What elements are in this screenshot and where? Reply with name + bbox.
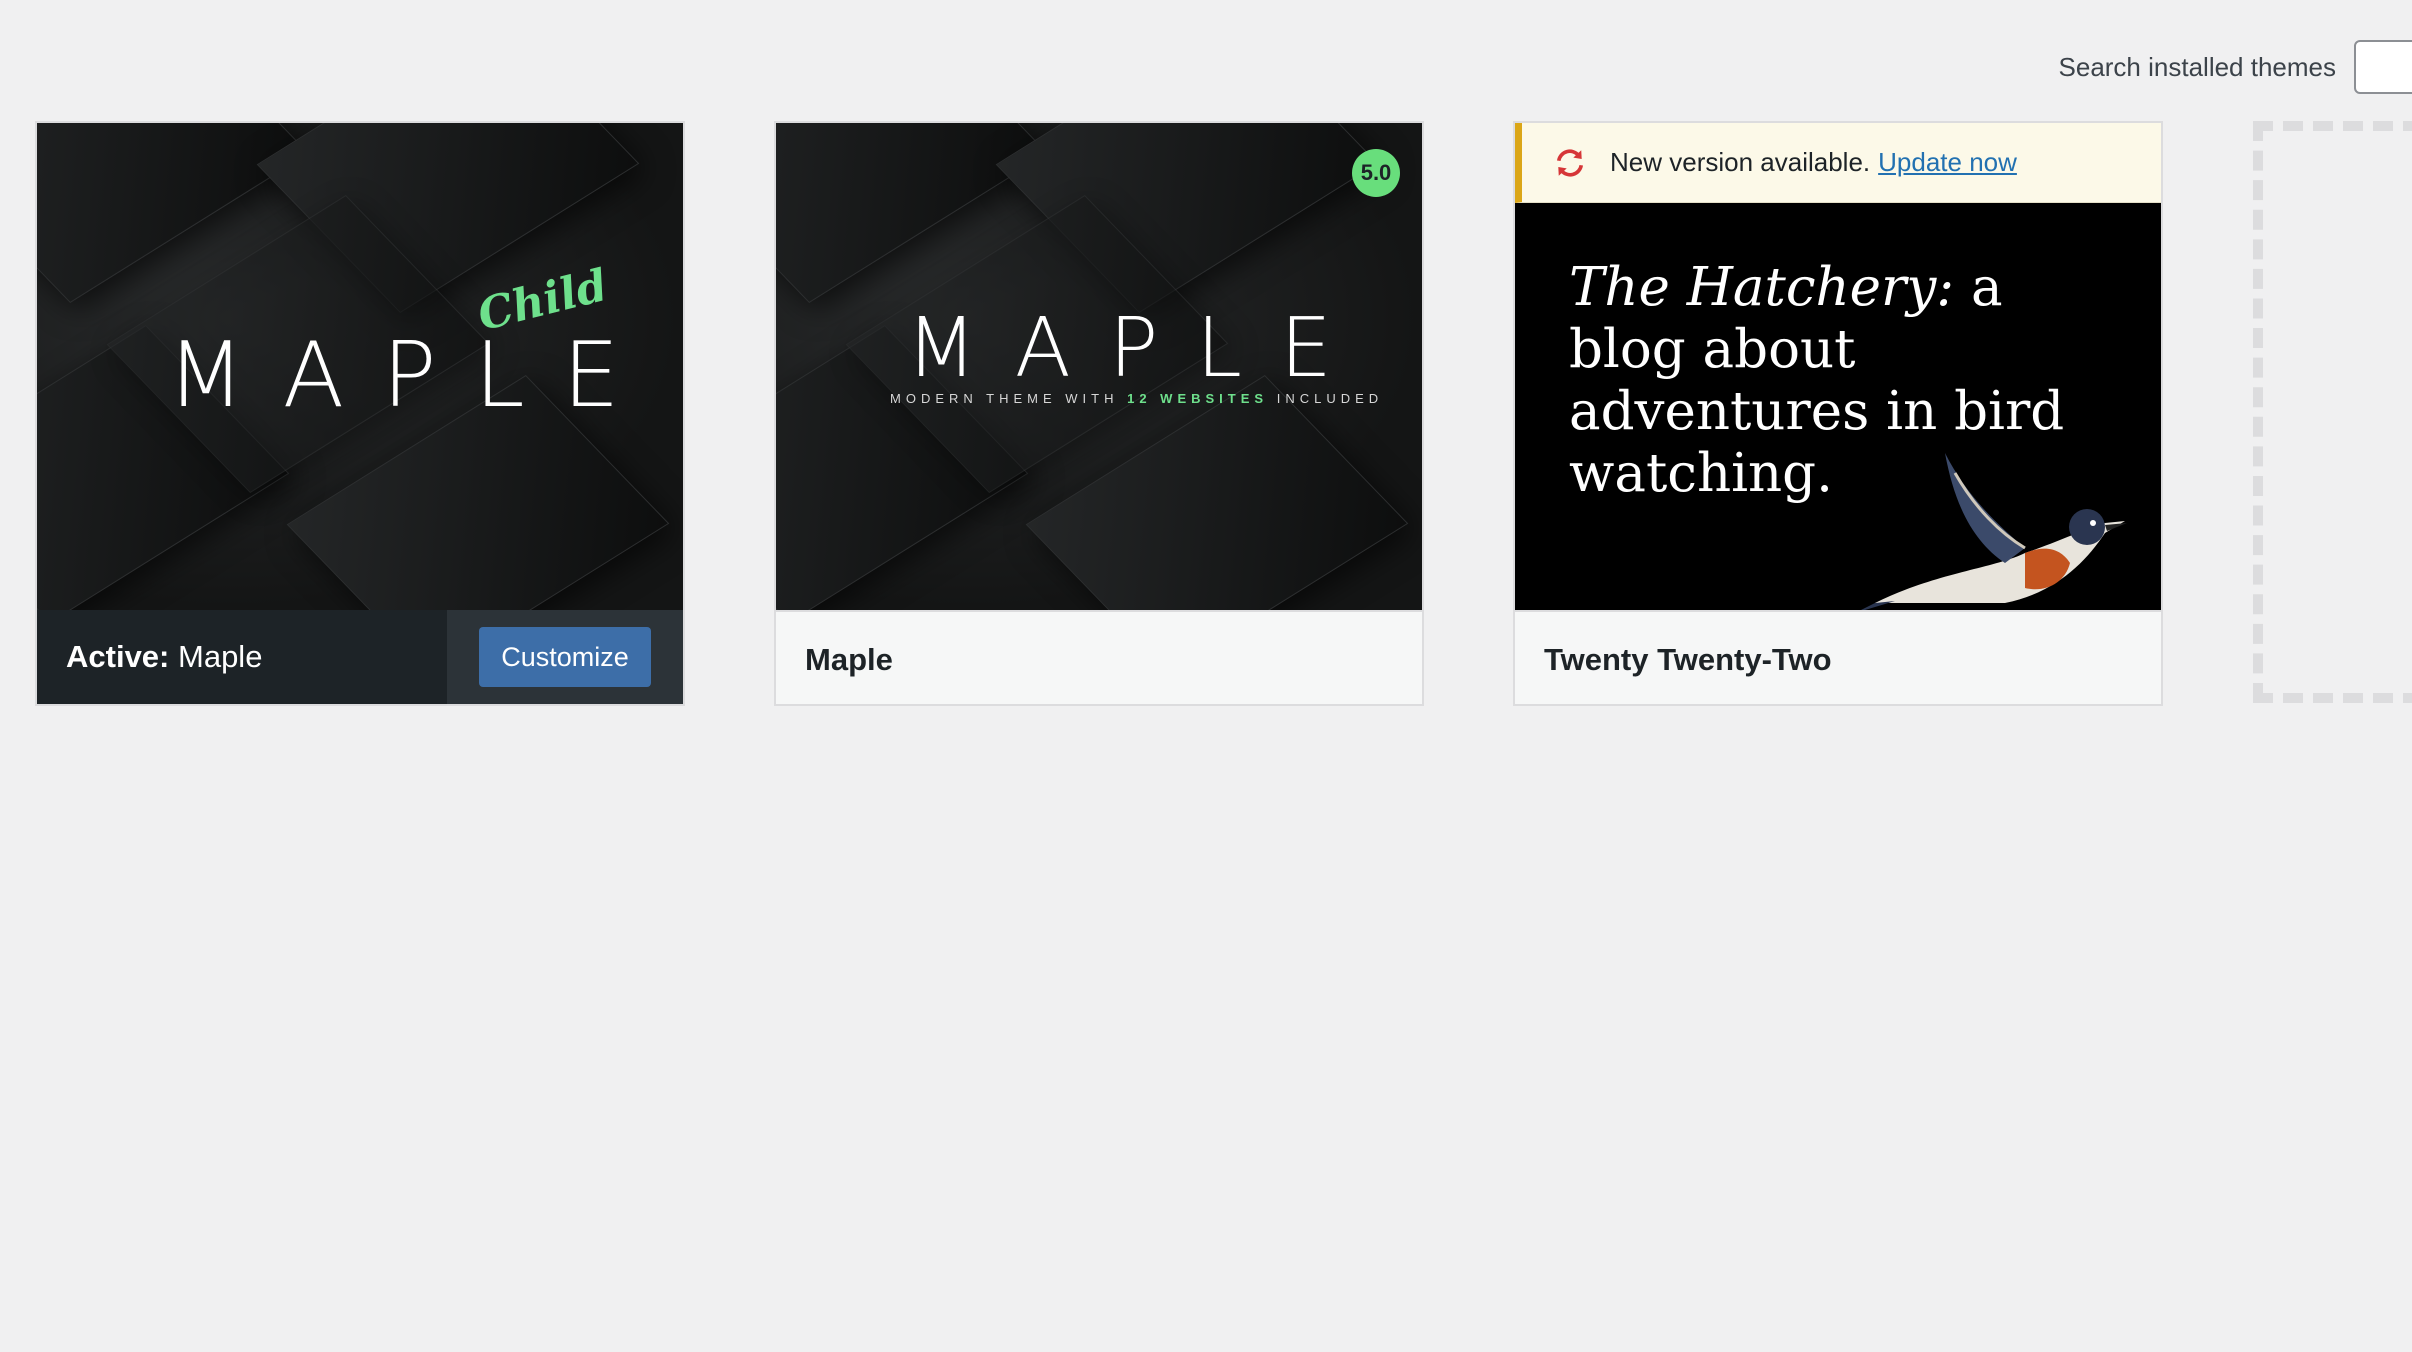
theme-name: Maple (178, 639, 263, 674)
maple-logo-text: MAPLE (167, 323, 658, 428)
theme-name-bar: Twenty Twenty-Two (1515, 610, 2161, 704)
maple-tagline: MODERN THEME WITH 12 WEBSITES INCLUDED (890, 391, 1383, 406)
active-theme-name: Active: Maple (37, 639, 447, 675)
customize-button[interactable]: Customize (479, 627, 651, 687)
theme-card-maple[interactable]: MAPLE MODERN THEME WITH 12 WEBSITES INCL… (774, 121, 1424, 706)
maple-logo-text: MAPLE (906, 301, 1370, 396)
version-badge: 5.0 (1352, 149, 1400, 197)
theme-screenshot[interactable]: MAPLE MODERN THEME WITH 12 WEBSITES INCL… (776, 123, 1422, 610)
update-notice: New version available. Update now (1515, 123, 2161, 203)
tagline-after: INCLUDED (1276, 391, 1384, 406)
theme-card-twenty-twenty-two[interactable]: New version available. Update now The Ha… (1513, 121, 2163, 706)
screenshot-background: The Hatchery: a blog about adventures in… (1515, 203, 2161, 610)
update-now-link[interactable]: Update now (1878, 147, 2017, 178)
search-label: Search installed themes (2058, 52, 2336, 82)
update-notice-text: New version available. (1610, 147, 1871, 177)
add-new-theme-placeholder[interactable] (2253, 121, 2412, 703)
theme-name: Twenty Twenty-Two (1544, 642, 1832, 677)
theme-card-maple-child[interactable]: MAPLE Child Active: Maple Customize (35, 121, 685, 706)
active-prefix: Active: (66, 639, 170, 674)
theme-name-bar: Maple (776, 610, 1422, 704)
theme-name: Maple (805, 642, 893, 677)
update-sync-icon (1556, 148, 1584, 177)
tagline-highlight: 12 WEBSITES (1127, 391, 1269, 406)
swallow-bird-image (1861, 453, 2127, 610)
theme-screenshot[interactable]: MAPLE Child (37, 123, 683, 610)
tagline-before: MODERN THEME WITH (890, 391, 1119, 406)
theme-actions: Customize (447, 610, 683, 704)
search-input[interactable] (2354, 40, 2412, 94)
active-theme-bar: Active: Maple Customize (37, 610, 683, 704)
headline-italic: The Hatchery: (1569, 257, 1955, 318)
